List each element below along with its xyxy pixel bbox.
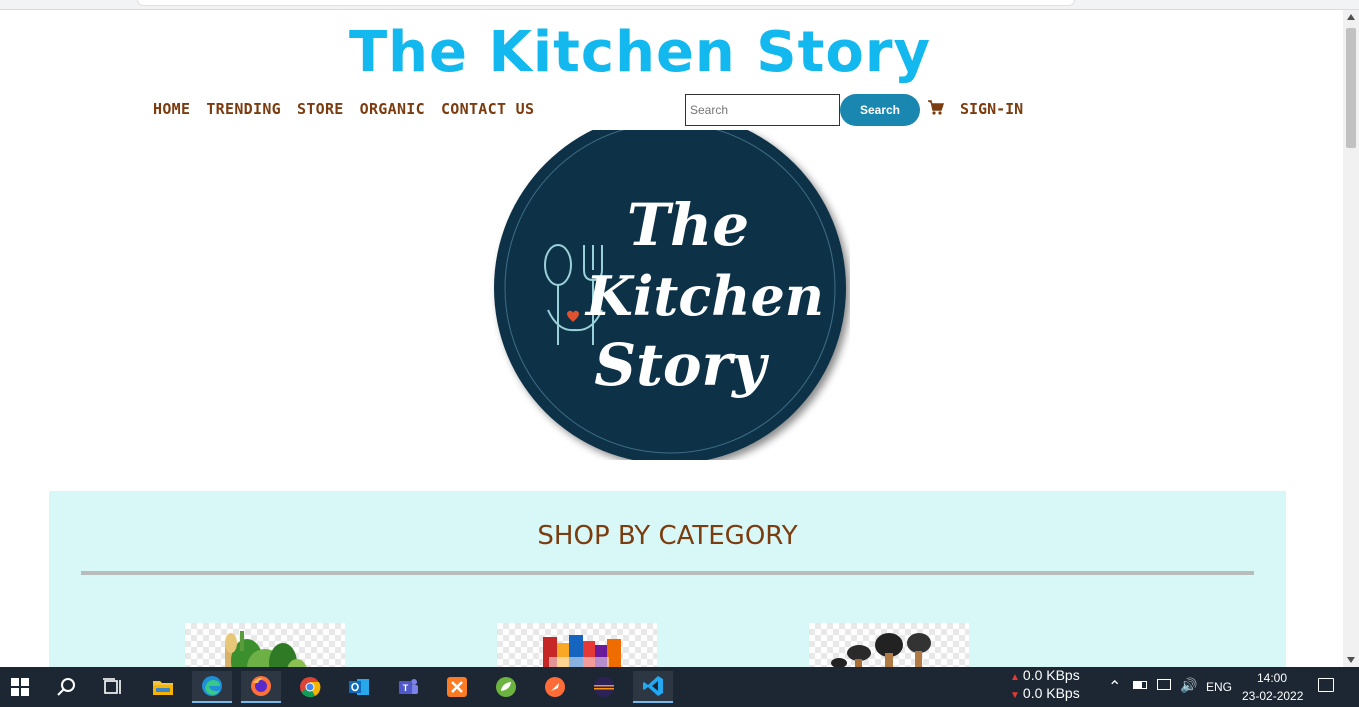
category-kitchen-tools-image[interactable] bbox=[809, 623, 969, 667]
outlook-icon[interactable] bbox=[339, 671, 379, 703]
task-view-icon[interactable] bbox=[93, 671, 133, 703]
site-title: The Kitchen Story bbox=[348, 20, 931, 85]
nav-store[interactable]: STORE bbox=[297, 100, 344, 118]
net-download-readout: ▼ 0.0 KBps bbox=[1010, 685, 1080, 701]
upload-arrow-icon: ▲ bbox=[1010, 672, 1020, 683]
svg-text:T: T bbox=[403, 683, 409, 693]
scroll-down-icon[interactable] bbox=[1347, 657, 1355, 663]
logo-text-2: Kitchen bbox=[584, 264, 824, 328]
chevron-up-icon[interactable]: ⌃ bbox=[1108, 677, 1121, 697]
logo-text-1: The bbox=[627, 191, 749, 259]
main-nav: HOME TRENDING STORE ORGANIC CONTACT US bbox=[153, 100, 534, 118]
firefox-icon[interactable] bbox=[241, 671, 281, 703]
cart-icon[interactable] bbox=[927, 99, 945, 117]
address-bar[interactable] bbox=[137, 0, 1075, 6]
windows-start-icon[interactable] bbox=[0, 671, 40, 703]
download-arrow-icon: ▼ bbox=[1010, 690, 1020, 701]
category-divider bbox=[81, 571, 1254, 575]
spring-icon[interactable] bbox=[486, 671, 526, 703]
battery-icon[interactable] bbox=[1133, 681, 1147, 689]
net-upload-readout: ▲ 0.0 KBps bbox=[1010, 667, 1080, 683]
notification-icon[interactable] bbox=[1318, 678, 1334, 692]
search-button[interactable]: Search bbox=[840, 94, 920, 126]
brand-logo: The Kitchen Story bbox=[480, 112, 850, 464]
network-icon[interactable] bbox=[1157, 679, 1171, 690]
logo-text-3: Story bbox=[594, 331, 770, 399]
postman-icon[interactable] bbox=[535, 671, 575, 703]
nav-contact-us[interactable]: CONTACT US bbox=[441, 100, 534, 118]
search-icon[interactable] bbox=[46, 671, 86, 703]
edge-icon[interactable] bbox=[192, 671, 232, 703]
category-heading: SHOP BY CATEGORY bbox=[537, 521, 798, 551]
scrollbar-thumb[interactable] bbox=[1346, 28, 1356, 148]
file-explorer-icon[interactable] bbox=[143, 671, 183, 703]
search-input[interactable] bbox=[685, 94, 840, 126]
shop-by-category-section: SHOP BY CATEGORY bbox=[49, 491, 1286, 667]
vscode-icon[interactable] bbox=[633, 671, 673, 703]
category-vegetables-image[interactable] bbox=[185, 623, 345, 667]
language-indicator[interactable]: ENG bbox=[1206, 680, 1232, 694]
clock-time[interactable]: 14:00 bbox=[1257, 671, 1287, 685]
clock-date[interactable]: 23-02-2022 bbox=[1242, 689, 1303, 703]
eclipse-icon[interactable] bbox=[584, 671, 624, 703]
nav-trending[interactable]: TRENDING bbox=[206, 100, 281, 118]
nav-home[interactable]: HOME bbox=[153, 100, 190, 118]
chrome-icon[interactable] bbox=[290, 671, 330, 703]
signin-link[interactable]: SIGN-IN bbox=[960, 100, 1023, 118]
nav-organic[interactable]: ORGANIC bbox=[360, 100, 425, 118]
windows-taskbar: T ▲ 0.0 KBps ▼ 0.0 KBps ⌃ 🔊 ENG 14:00 23-0… bbox=[0, 667, 1359, 707]
volume-icon[interactable]: 🔊 bbox=[1180, 677, 1197, 694]
browser-toolbar bbox=[0, 0, 1359, 10]
page-scrollbar[interactable] bbox=[1343, 10, 1359, 667]
scroll-up-icon[interactable] bbox=[1347, 14, 1355, 20]
teams-icon[interactable]: T bbox=[388, 671, 428, 703]
page-viewport: The Kitchen Story HOME TRENDING STORE OR… bbox=[0, 10, 1343, 667]
category-packaged-food-image[interactable] bbox=[497, 623, 657, 667]
xampp-icon[interactable] bbox=[437, 671, 477, 703]
